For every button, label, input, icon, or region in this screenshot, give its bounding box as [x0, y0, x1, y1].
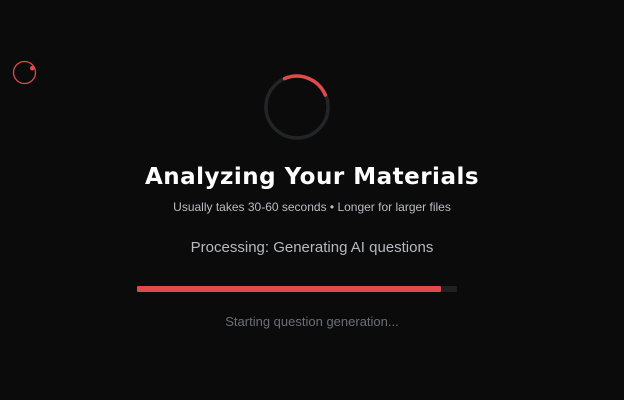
- loading-screen: Analyzing Your Materials Usually takes 3…: [0, 0, 624, 400]
- spinner-logo-icon[interactable]: [12, 60, 37, 85]
- progress-caption: Starting question generation...: [225, 314, 399, 329]
- duration-hint: Usually takes 30-60 seconds • Longer for…: [173, 200, 451, 214]
- progress-bar-fill: [137, 286, 441, 292]
- page-title: Analyzing Your Materials: [144, 164, 480, 190]
- progress-bar: [137, 286, 457, 292]
- processing-status: Processing: Generating AI questions: [190, 239, 434, 256]
- loading-spinner-icon: [264, 74, 330, 140]
